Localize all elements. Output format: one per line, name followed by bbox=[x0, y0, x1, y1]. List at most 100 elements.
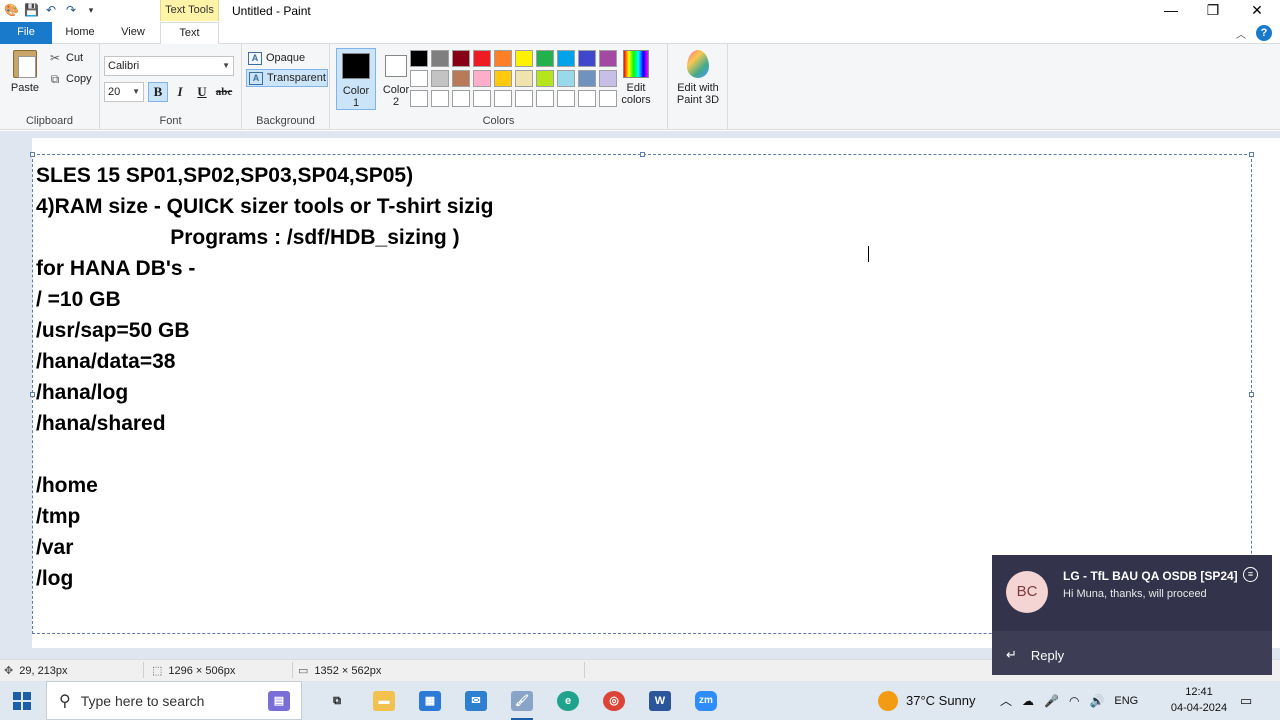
palette-color-swatch[interactable] bbox=[599, 70, 617, 87]
system-tray: ︿ ☁ 🎤 ◠ 🔊 ENG bbox=[1000, 681, 1138, 720]
resize-handle[interactable] bbox=[1249, 392, 1254, 397]
palette-color-swatch[interactable] bbox=[578, 90, 596, 107]
paint-app-icon[interactable]: 🎨 bbox=[4, 3, 19, 17]
paste-button[interactable]: Paste bbox=[6, 50, 44, 100]
palette-color-swatch[interactable] bbox=[515, 90, 533, 107]
font-size-select[interactable]: 20 ▼ bbox=[104, 82, 144, 102]
palette-color-swatch[interactable] bbox=[578, 50, 596, 67]
resize-handle[interactable] bbox=[30, 152, 35, 157]
palette-color-swatch[interactable] bbox=[494, 70, 512, 87]
file-explorer-icon[interactable]: ▬ bbox=[365, 685, 403, 716]
palette-color-swatch[interactable] bbox=[410, 70, 428, 87]
palette-color-swatch[interactable] bbox=[599, 90, 617, 107]
palette-color-swatch[interactable] bbox=[473, 90, 491, 107]
palette-color-swatch[interactable] bbox=[599, 50, 617, 67]
zoom-icon[interactable]: zm bbox=[687, 685, 725, 716]
palette-color-swatch[interactable] bbox=[410, 90, 428, 107]
store-icon[interactable]: ▦ bbox=[411, 685, 449, 716]
font-family-select[interactable]: Calibri ▼ bbox=[104, 56, 234, 76]
weather-widget[interactable]: 37°C Sunny bbox=[878, 681, 976, 720]
bold-button[interactable]: B bbox=[148, 82, 168, 102]
tab-file[interactable]: File bbox=[0, 22, 52, 44]
color1-swatch bbox=[342, 53, 370, 79]
underline-button[interactable]: U bbox=[192, 82, 212, 102]
color2-swatch bbox=[385, 55, 407, 77]
canvas-text-line: /hana/data=38 bbox=[36, 350, 176, 373]
palette-color-swatch[interactable] bbox=[536, 90, 554, 107]
cursor-position: ✥ 29, 213px bbox=[4, 664, 68, 678]
palette-color-swatch[interactable] bbox=[473, 50, 491, 67]
transparent-button[interactable]: A Transparent bbox=[246, 69, 328, 87]
collapse-ribbon-icon[interactable]: ︿ bbox=[1236, 26, 1246, 41]
palette-color-swatch[interactable] bbox=[452, 70, 470, 87]
canvas-text-line: Programs : /sdf/HDB_sizing ) bbox=[36, 226, 460, 249]
task-view-icon[interactable]: ⧉ bbox=[318, 685, 356, 716]
copy-button[interactable]: ⧉ Copy bbox=[48, 70, 92, 88]
word-icon[interactable]: W bbox=[641, 685, 679, 716]
palette-color-swatch[interactable] bbox=[431, 90, 449, 107]
palette-color-swatch[interactable] bbox=[578, 70, 596, 87]
language-indicator[interactable]: ENG bbox=[1114, 695, 1138, 707]
mail-icon[interactable]: ✉ bbox=[457, 685, 495, 716]
microphone-icon[interactable]: 🎤 bbox=[1044, 694, 1059, 708]
wifi-icon[interactable]: ◠ bbox=[1069, 694, 1079, 708]
canvas-text-line bbox=[36, 439, 493, 470]
resize-handle[interactable] bbox=[30, 392, 35, 397]
notification-center-icon[interactable]: ▭ bbox=[1240, 681, 1252, 720]
palette-color-swatch[interactable] bbox=[515, 50, 533, 67]
notification-title: LG - TfL BAU QA OSDB [SP24] bbox=[1063, 569, 1238, 583]
cursor-position-value: 29, 213px bbox=[19, 664, 68, 677]
chrome-icon[interactable]: ◎ bbox=[595, 685, 633, 716]
tab-home[interactable]: Home bbox=[54, 22, 106, 44]
tab-text[interactable]: Text bbox=[160, 22, 219, 45]
edge-icon[interactable]: e bbox=[549, 685, 587, 716]
reply-label: Reply bbox=[1030, 647, 1065, 663]
palette-color-swatch[interactable] bbox=[494, 90, 512, 107]
italic-button[interactable]: I bbox=[170, 82, 190, 102]
palette-color-swatch[interactable] bbox=[431, 70, 449, 87]
reply-button[interactable]: ↵ Reply bbox=[992, 635, 1272, 675]
edit-colors-button[interactable]: Edit colors bbox=[616, 50, 656, 106]
canvas-text-lines: SLES 15 SP01,SP02,SP03,SP04,SP05) 4)RAM s… bbox=[36, 160, 493, 594]
start-button[interactable] bbox=[0, 681, 44, 720]
palette-color-swatch[interactable] bbox=[557, 90, 575, 107]
resize-handle[interactable] bbox=[640, 152, 645, 157]
search-highlight-icon[interactable]: ▤ bbox=[260, 685, 298, 716]
restore-button[interactable]: ❐ bbox=[1192, 0, 1234, 22]
close-button[interactable]: ✕ bbox=[1236, 0, 1278, 22]
palette-color-swatch[interactable] bbox=[452, 50, 470, 67]
tab-view[interactable]: View bbox=[108, 22, 158, 44]
volume-icon[interactable]: 🔊 bbox=[1089, 694, 1104, 708]
palette-color-swatch[interactable] bbox=[515, 70, 533, 87]
minimize-button[interactable]: — bbox=[1150, 0, 1192, 22]
palette-color-swatch[interactable] bbox=[557, 50, 575, 67]
palette-color-swatch[interactable] bbox=[431, 50, 449, 67]
teams-notification[interactable]: BC LG - TfL BAU QA OSDB [SP24] Hi Muna, … bbox=[992, 555, 1272, 675]
palette-color-swatch[interactable] bbox=[536, 70, 554, 87]
clipboard-icon bbox=[13, 50, 37, 78]
palette-color-swatch[interactable] bbox=[536, 50, 554, 67]
opaque-button[interactable]: A Opaque bbox=[246, 49, 328, 67]
palette-color-swatch[interactable] bbox=[452, 90, 470, 107]
palette-color-swatch[interactable] bbox=[494, 50, 512, 67]
onedrive-icon[interactable]: ☁ bbox=[1022, 694, 1034, 708]
opaque-icon: A bbox=[248, 51, 262, 65]
notification-body[interactable]: BC LG - TfL BAU QA OSDB [SP24] Hi Muna, … bbox=[992, 555, 1272, 631]
palette-color-swatch[interactable] bbox=[410, 50, 428, 67]
cut-button[interactable]: ✂ Cut bbox=[48, 49, 83, 67]
palette-color-swatch[interactable] bbox=[557, 70, 575, 87]
paint-taskbar-icon[interactable]: 🖌 bbox=[503, 685, 541, 720]
show-hidden-icons-icon[interactable]: ︿ bbox=[1000, 692, 1012, 709]
redo-icon[interactable]: ↷ bbox=[64, 3, 78, 17]
selection-icon: ⬚ bbox=[152, 665, 163, 677]
clock[interactable]: 12:41 04-04-2024 bbox=[1170, 684, 1228, 716]
help-icon[interactable]: ? bbox=[1256, 25, 1272, 41]
color1-button[interactable]: Color 1 bbox=[336, 48, 376, 110]
strikethrough-button[interactable]: abc bbox=[214, 82, 234, 102]
save-icon[interactable]: 💾 bbox=[24, 3, 39, 17]
edit-with-paint3d-button[interactable]: Edit with Paint 3D bbox=[672, 50, 724, 106]
palette-color-swatch[interactable] bbox=[473, 70, 491, 87]
resize-handle[interactable] bbox=[1249, 152, 1254, 157]
undo-icon[interactable]: ↶ bbox=[44, 3, 58, 17]
customize-qat-icon[interactable]: ▾ bbox=[84, 3, 98, 17]
